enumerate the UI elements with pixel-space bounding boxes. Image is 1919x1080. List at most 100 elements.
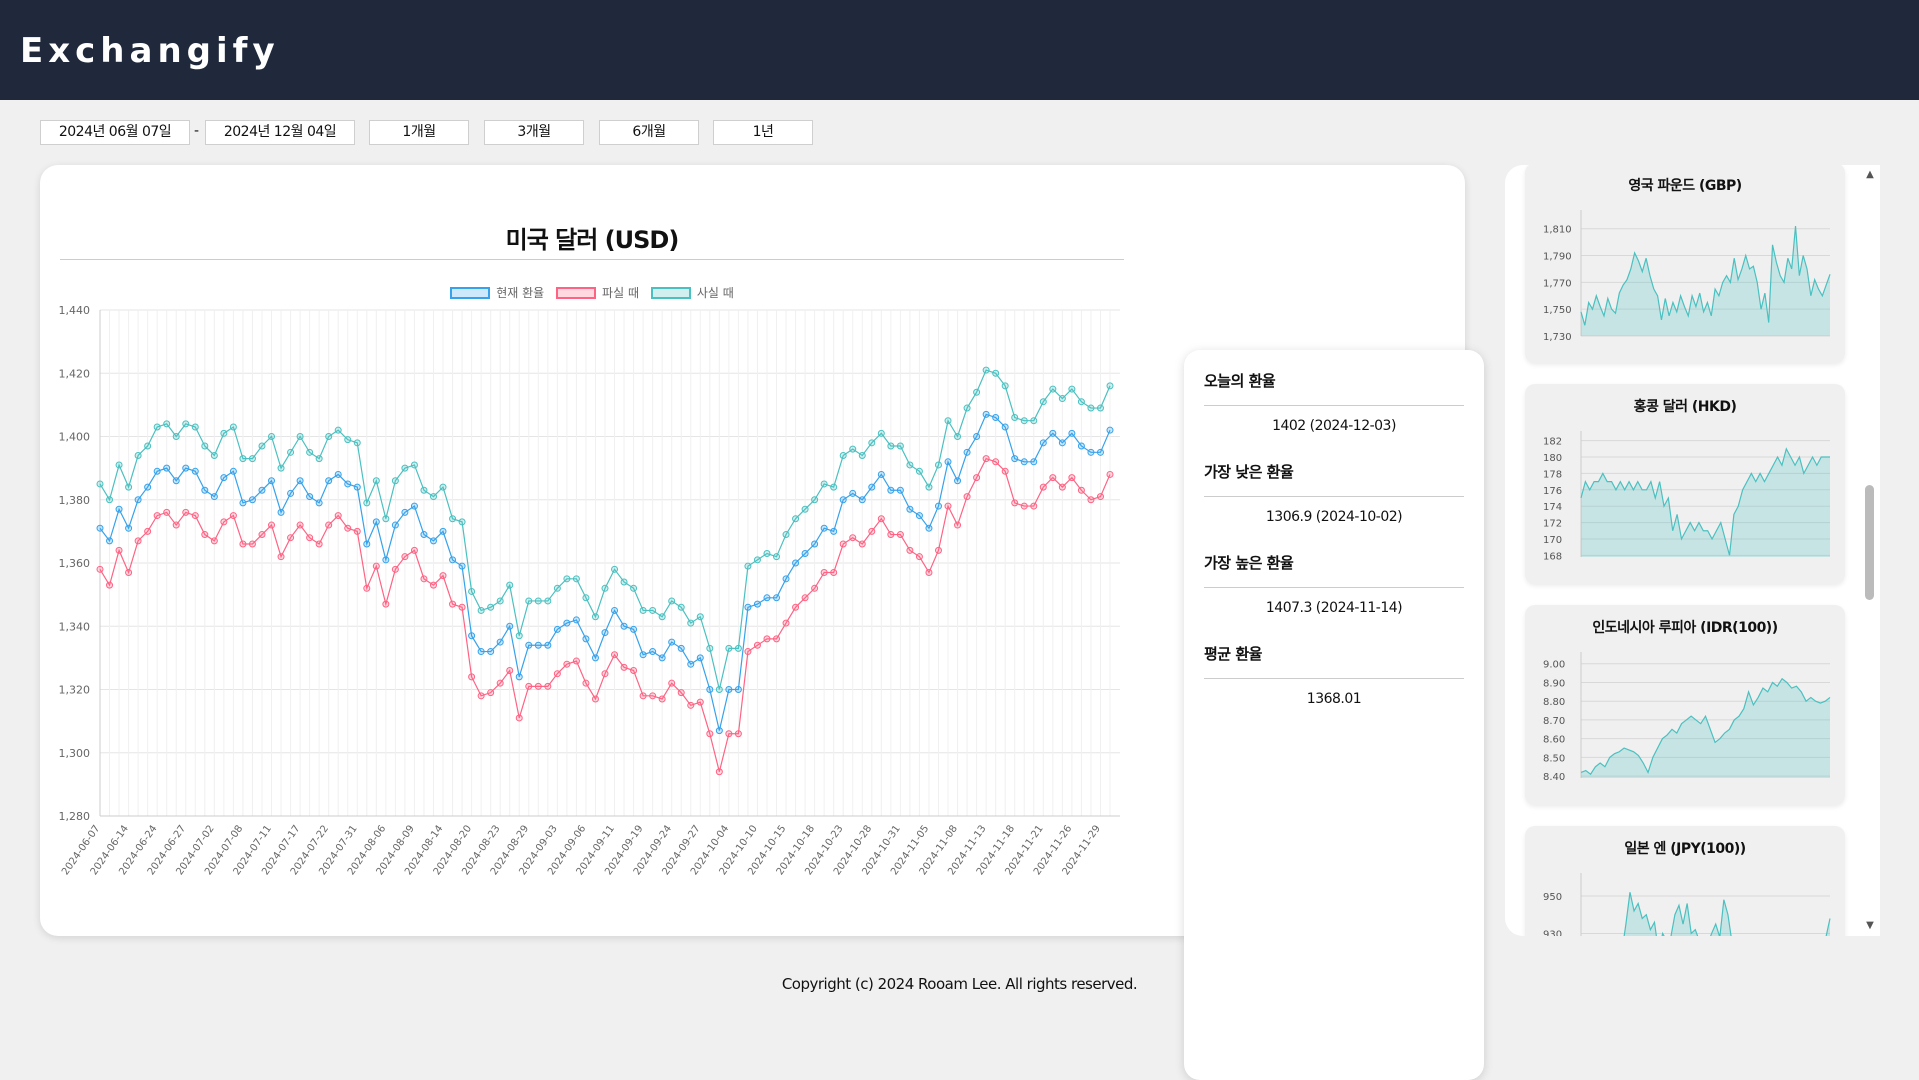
data-point (115, 461, 123, 469)
data-point (268, 477, 276, 485)
mini-y-tick-label: 1,730 (1543, 332, 1572, 343)
data-point (496, 679, 504, 687)
mini-y-tick-label: 174 (1543, 502, 1562, 513)
data-point (477, 648, 485, 656)
footer-copyright: Copyright (c) 2024 Rooam Lee. All rights… (781, 975, 1138, 993)
data-point (934, 502, 942, 510)
data-point (334, 470, 342, 478)
data-point (477, 692, 485, 700)
mini-chart-card-hkd[interactable]: 홍콩 달러 (HKD) 182 180 178 176 174 172 170 168 (1525, 384, 1845, 584)
data-point (591, 654, 599, 662)
sidebar-scrollbar[interactable]: ▲ ▼ (1860, 165, 1880, 936)
mini-chart-card-jpy[interactable]: 일본 엔 (JPY(100)) 950 930 910 (1525, 826, 1845, 936)
data-point (753, 641, 761, 649)
data-point (153, 423, 161, 431)
data-point (534, 641, 542, 649)
data-point (477, 606, 485, 614)
data-point (1030, 458, 1038, 466)
data-point (287, 534, 295, 542)
data-point (944, 502, 952, 510)
y-tick-label: 1,440 (59, 304, 91, 317)
data-point (963, 448, 971, 456)
mini-y-tick-label: 172 (1543, 519, 1562, 530)
data-point (1106, 382, 1114, 390)
app-logo[interactable]: Exchangify (20, 31, 280, 71)
data-point (563, 619, 571, 627)
data-point (858, 540, 866, 548)
data-point (1020, 502, 1028, 510)
usd-line-chart[interactable]: 1,440 1,420 1,400 1,380 1,360 1,340 1,320 1,300… (40, 165, 1150, 910)
data-point (649, 648, 657, 656)
data-point (487, 689, 495, 697)
data-point (1077, 398, 1085, 406)
mini-chart-card-gbp[interactable]: 영국 파운드 (GBP) 1,810 1,790 1,770 1,750 1,730 (1525, 165, 1845, 363)
data-point (163, 464, 171, 472)
data-point (744, 603, 752, 611)
average-rate-value: 1368.01 (1306, 691, 1362, 707)
data-point (144, 442, 152, 450)
data-point (658, 613, 666, 621)
data-point (344, 436, 352, 444)
data-point (725, 730, 733, 738)
mini-chart-gbp: 1,810 1,790 1,770 1,750 1,730 (1543, 210, 1831, 343)
data-point (201, 486, 209, 494)
data-point (420, 486, 428, 494)
mini-y-tick-label: 8.50 (1543, 753, 1565, 764)
mini-chart-card-idr[interactable]: 인도네시아 루피아 (IDR(100)) 9.00 8.90 8.80 8.70 8.6… (1525, 605, 1845, 805)
data-point (1001, 382, 1009, 390)
data-point (773, 635, 781, 643)
data-point (925, 524, 933, 532)
data-point (401, 508, 409, 516)
data-point (1087, 448, 1095, 456)
data-point (773, 594, 781, 602)
data-point (801, 594, 809, 602)
scroll-down-arrow-icon[interactable]: ▼ (1860, 918, 1880, 934)
data-point (210, 537, 218, 545)
range-3-month-button[interactable]: 3개월 (484, 120, 584, 145)
app-header: Exchangify (0, 0, 1919, 100)
range-1-month-button[interactable]: 1개월 (369, 120, 469, 145)
divider (1204, 587, 1464, 588)
data-point (163, 420, 171, 428)
data-point (525, 641, 533, 649)
data-point (506, 622, 514, 630)
range-6-month-button[interactable]: 6개월 (599, 120, 699, 145)
data-point (334, 426, 342, 434)
data-point (210, 493, 218, 501)
currency-sidebar[interactable]: 영국 파운드 (GBP) 1,810 1,790 1,770 1,750 1,730 홍… (1505, 165, 1880, 936)
end-date-input[interactable]: 2024년 12월 04일 (205, 120, 355, 145)
data-point (153, 512, 161, 520)
data-point (668, 597, 676, 605)
data-point (982, 410, 990, 418)
data-point (954, 477, 962, 485)
data-point (801, 505, 809, 513)
data-point (353, 483, 361, 491)
data-point (172, 477, 180, 485)
data-point (191, 467, 199, 475)
mini-y-tick-label: 168 (1543, 551, 1562, 562)
data-point (649, 606, 657, 614)
data-point (544, 682, 552, 690)
scrollbar-thumb[interactable] (1865, 485, 1874, 600)
data-point (344, 524, 352, 532)
data-point (687, 660, 695, 668)
data-point (782, 531, 790, 539)
data-point (372, 477, 380, 485)
highest-rate-value: 1407.3 (2024-11-14) (1265, 600, 1403, 616)
data-point (1096, 404, 1104, 412)
data-point (677, 603, 685, 611)
data-point (915, 553, 923, 561)
data-point (525, 597, 533, 605)
start-date-input[interactable]: 2024년 06월 07일 (40, 120, 190, 145)
data-point (820, 568, 828, 576)
scroll-up-arrow-icon[interactable]: ▲ (1860, 167, 1880, 183)
data-point (1049, 429, 1057, 437)
range-1-year-button[interactable]: 1년 (713, 120, 813, 145)
data-point (744, 648, 752, 656)
data-point (1030, 417, 1038, 425)
data-point (277, 508, 285, 516)
data-point (334, 512, 342, 520)
data-point (306, 534, 314, 542)
mini-y-tick-label: 8.80 (1543, 697, 1565, 708)
data-point (1096, 493, 1104, 501)
